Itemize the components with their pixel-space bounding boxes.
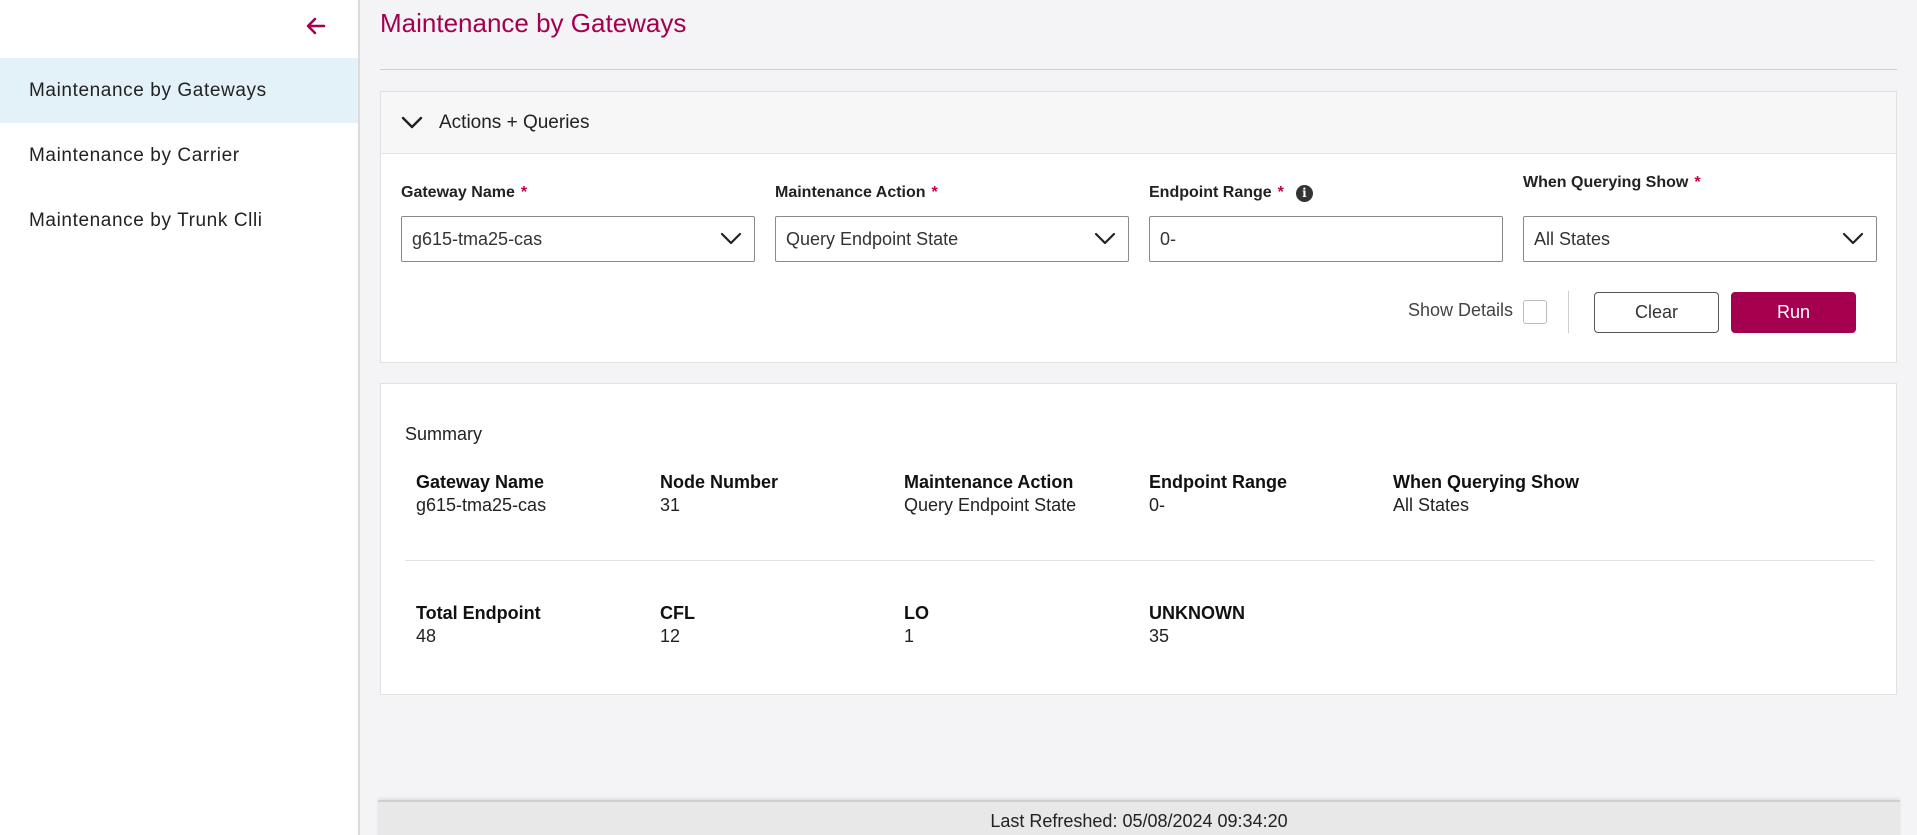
maintenance-action-label: Maintenance Action * [775, 184, 938, 202]
summary-cfl: CFL 12 [660, 603, 695, 647]
actions-queries-panel: Actions + Queries Gateway Name * g615-tm… [380, 91, 1897, 363]
sidebar-item-label: Maintenance by Trunk Clli [29, 209, 263, 231]
chevron-down-icon [720, 232, 742, 245]
sidebar-item-maintenance-by-carrier[interactable]: Maintenance by Carrier [0, 123, 358, 188]
summary-value: 0- [1149, 495, 1166, 515]
endpoint-range-input[interactable]: 0- [1149, 216, 1503, 262]
info-icon[interactable]: i [1295, 184, 1313, 202]
maintenance-action-label-text: Maintenance Action [775, 184, 926, 201]
required-marker: * [931, 184, 938, 201]
endpoint-range-label: Endpoint Range * i [1149, 184, 1313, 202]
maintenance-action-field: Maintenance Action * [775, 184, 938, 202]
maintenance-action-value: Query Endpoint State [786, 228, 959, 249]
summary-label: Endpoint Range [1149, 472, 1287, 492]
gateway-name-value: g615-tma25-cas [412, 228, 543, 249]
summary-title: Summary [405, 424, 483, 444]
panel-title: Actions + Queries [439, 111, 590, 133]
summary-total-endpoint: Total Endpoint 48 [416, 603, 541, 647]
when-querying-show-field: When Querying Show * [1523, 174, 1701, 192]
summary-value: g615-tma25-cas [416, 495, 547, 515]
arrow-left-icon [306, 17, 326, 35]
summary-gateway-name: Gateway Name g615-tma25-cas [416, 472, 546, 516]
chevron-down-icon [1094, 232, 1116, 245]
summary-label: CFL [660, 603, 695, 623]
last-refreshed-text: Last Refreshed: 05/08/2024 09:34:20 [990, 810, 1288, 831]
last-refreshed-bar: Last Refreshed: 05/08/2024 09:34:20 [378, 800, 1900, 835]
chevron-down-icon [1842, 232, 1864, 245]
actions-queries-toggle[interactable]: Actions + Queries [381, 92, 1896, 154]
divider [380, 69, 1897, 70]
summary-value: 31 [660, 495, 681, 515]
run-button[interactable]: Run [1731, 292, 1856, 333]
gateway-name-label: Gateway Name * [401, 184, 527, 202]
summary-value: All States [1393, 495, 1470, 515]
summary-label: Total Endpoint [416, 603, 541, 623]
sidebar-item-label: Maintenance by Carrier [29, 144, 240, 166]
main-content: Maintenance by Gateways Actions + Querie… [378, 0, 1900, 835]
divider [1568, 291, 1569, 333]
summary-label: Maintenance Action [904, 472, 1074, 492]
show-details-label: Show Details [1408, 300, 1514, 320]
summary-value: 1 [904, 626, 915, 646]
endpoint-range-label-text: Endpoint Range [1149, 184, 1272, 201]
when-querying-show-label-text: When Querying Show [1523, 174, 1689, 191]
summary-endpoint-range: Endpoint Range 0- [1149, 472, 1287, 516]
summary-lo: LO 1 [904, 603, 929, 647]
summary-unknown: UNKNOWN 35 [1149, 603, 1245, 647]
divider [405, 560, 1874, 561]
endpoint-range-value: 0- [1160, 228, 1177, 249]
summary-node-number: Node Number 31 [660, 472, 778, 516]
summary-when-querying-show: When Querying Show All States [1393, 472, 1579, 516]
clear-button[interactable]: Clear [1594, 292, 1719, 333]
sidebar-nav: Maintenance by Gateways Maintenance by C… [0, 58, 358, 253]
sidebar-item-maintenance-by-gateways[interactable]: Maintenance by Gateways [0, 58, 358, 123]
chevron-down-icon [401, 113, 425, 133]
maintenance-action-select[interactable]: Query Endpoint State [775, 216, 1129, 262]
gateway-name-field: Gateway Name * [401, 184, 527, 202]
summary-panel: Summary Gateway Name g615-tma25-cas Node… [380, 383, 1897, 695]
required-marker: * [1277, 184, 1284, 201]
show-details-checkbox[interactable] [1523, 300, 1547, 324]
summary-maintenance-action: Maintenance Action Query Endpoint State [904, 472, 1076, 516]
sidebar-item-label: Maintenance by Gateways [29, 79, 267, 101]
collapse-sidebar-button[interactable] [300, 12, 332, 40]
endpoint-range-field: Endpoint Range * i [1149, 184, 1313, 202]
when-querying-show-value: All States [1534, 228, 1611, 249]
gateway-name-label-text: Gateway Name [401, 184, 515, 201]
sidebar: Maintenance by Gateways Maintenance by C… [0, 0, 360, 835]
summary-value: 12 [660, 626, 681, 646]
summary-label: UNKNOWN [1149, 603, 1245, 623]
summary-label: When Querying Show [1393, 472, 1580, 492]
summary-value: Query Endpoint State [904, 495, 1077, 515]
gateway-name-select[interactable]: g615-tma25-cas [401, 216, 755, 262]
summary-label: Node Number [660, 472, 779, 492]
page-title: Maintenance by Gateways [380, 8, 687, 38]
summary-value: 35 [1149, 626, 1170, 646]
when-querying-show-select[interactable]: All States [1523, 216, 1877, 262]
required-marker: * [520, 184, 528, 201]
sidebar-item-maintenance-by-trunk-clli[interactable]: Maintenance by Trunk Clli [0, 188, 358, 253]
when-querying-show-label: When Querying Show * [1523, 174, 1701, 192]
required-marker: * [1694, 174, 1701, 191]
summary-label: LO [904, 603, 929, 623]
summary-label: Gateway Name [416, 472, 545, 492]
summary-value: 48 [416, 626, 437, 646]
